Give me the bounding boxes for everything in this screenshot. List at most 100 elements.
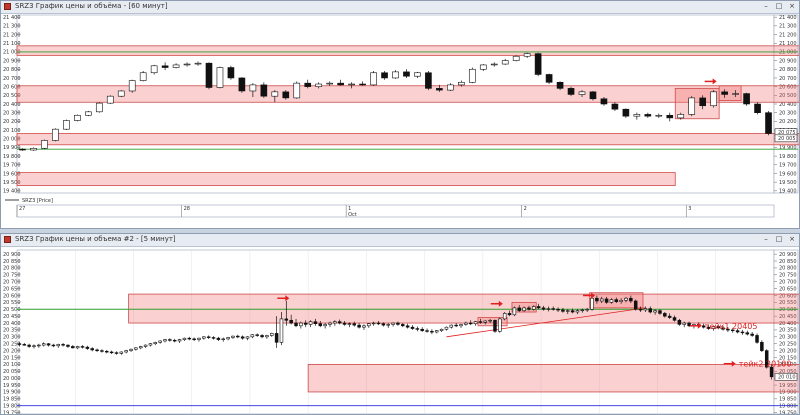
candle-body (284, 318, 289, 321)
y-tick-label-right: 19 900 (779, 145, 797, 151)
candle-body (755, 335, 759, 343)
y-tick-label-left: 20 850 (3, 259, 21, 265)
candle-body (449, 324, 454, 328)
x-axis (16, 204, 775, 218)
candle-body (265, 335, 269, 338)
y-tick-label-left: 21 200 (3, 32, 21, 38)
y-tick-label-left: 19 800 (3, 404, 21, 410)
candle-body (507, 313, 512, 316)
series-legend-label: SRZ3 [Price] (22, 198, 53, 204)
y-tick-label-left: 20 400 (3, 321, 21, 327)
candle-body (468, 322, 473, 325)
candle-body (134, 347, 138, 350)
candle-body (575, 310, 580, 313)
y-tick-label-left: 20 300 (3, 335, 21, 341)
candle-body (567, 88, 575, 95)
candle-body (19, 148, 26, 151)
candle-body (459, 324, 463, 327)
candle-body (197, 337, 201, 340)
y-tick-label-left: 20 600 (3, 293, 21, 299)
y-tick-label-right: 20 250 (779, 342, 797, 348)
candle-body (342, 322, 347, 325)
candle-body (74, 114, 81, 121)
zone-rect (16, 172, 676, 187)
candle-body (478, 321, 483, 323)
price-chart-60min[interactable]: 19 400 19 40019 500 19 50019 600 19 60019 7… (1, 1, 799, 228)
candle-body (401, 324, 405, 327)
candle-body (231, 335, 235, 338)
candle-body (308, 321, 313, 325)
y-tick-label-left: 19 800 (3, 154, 21, 160)
candle-body (313, 321, 318, 325)
candle-body (498, 318, 502, 332)
y-tick-label-left: 20 550 (3, 300, 21, 306)
candle-body (667, 315, 672, 318)
y-tick-label-left: 20 650 (3, 286, 21, 292)
candle-body (682, 322, 686, 325)
y-tick-label-right: 21 300 (779, 24, 797, 30)
y-tick-label-right: 19 750 (779, 410, 797, 414)
candle-body (238, 77, 246, 92)
candle-body (512, 307, 517, 316)
candle-body (527, 307, 531, 310)
candle-body (677, 114, 685, 119)
candle-body (371, 322, 376, 325)
candle-body (556, 81, 564, 89)
candle-body (260, 84, 268, 97)
candle-body (282, 91, 290, 99)
candle-body (760, 342, 764, 351)
candle-body (61, 344, 65, 346)
x-tick-label: 28 (184, 206, 190, 212)
candle-body (109, 351, 114, 354)
candle-body (22, 344, 27, 346)
candle-body (304, 82, 312, 87)
candle-body (315, 83, 323, 87)
candle-body (206, 336, 211, 338)
price-chart-5min[interactable]: 19 750 19 75019 800 19 80019 850 19 85019 9… (1, 234, 799, 414)
candle-body (289, 319, 293, 324)
y-tick-label-right: 20 900 (779, 58, 797, 64)
candle-body (333, 321, 337, 324)
candle-body (17, 343, 22, 345)
y-tick-label-left: 20 350 (3, 328, 21, 334)
candle-body (468, 68, 476, 83)
candle-body (318, 323, 323, 327)
x-tick-label: 3 (688, 206, 691, 212)
candle-body (177, 339, 182, 342)
candle-body (490, 63, 498, 66)
candle-body (66, 344, 70, 347)
y-tick-label-left: 20 800 (3, 67, 21, 73)
candle-body (279, 318, 284, 343)
y-tick-label-left: 20 500 (3, 307, 21, 313)
candle-body (493, 319, 497, 332)
candle-body (211, 337, 216, 339)
candle-body (643, 308, 648, 311)
candle-body (326, 82, 333, 85)
candle-body (138, 346, 143, 349)
y-tick-label-left: 19 700 (3, 163, 21, 169)
candle-body (638, 308, 643, 311)
candle-body (84, 111, 92, 116)
y-tick-label-right: 20 400 (779, 102, 797, 108)
y-tick-label-left: 20 100 (3, 128, 21, 134)
zone-rect (16, 45, 799, 56)
y-tick-label-left: 20 100 (3, 362, 21, 368)
candle-body (585, 308, 589, 311)
price-marker-label: 20 005 (778, 136, 796, 142)
candle-body (347, 323, 352, 325)
candle-body (546, 308, 551, 310)
y-tick-label-right: 21 400 (779, 15, 797, 21)
candle-body (117, 90, 125, 97)
candle-body (595, 297, 599, 302)
y-tick-label-left: 19 750 (3, 410, 21, 414)
candle-body (124, 350, 128, 353)
candle-body (270, 333, 274, 336)
y-tick-label-right: 19 800 (779, 154, 797, 160)
candle-body (512, 55, 520, 61)
candle-body (501, 60, 509, 65)
candle-body (63, 120, 70, 130)
y-tick-label-left: 20 150 (3, 355, 21, 361)
candle-body (765, 112, 772, 134)
y-tick-label-right: 20 800 (779, 67, 797, 73)
y-tick-label-left: 20 750 (3, 273, 21, 279)
